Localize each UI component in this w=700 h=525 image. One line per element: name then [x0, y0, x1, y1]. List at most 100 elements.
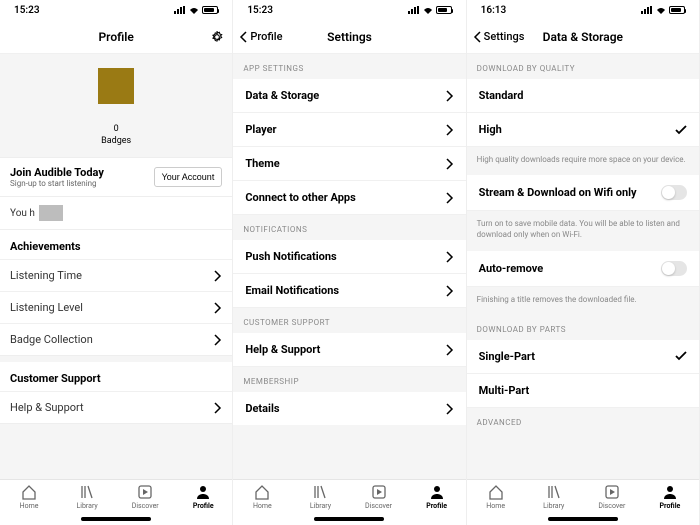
row-details[interactable]: Details: [233, 392, 465, 425]
group-header-parts: DOWNLOAD BY PARTS: [467, 315, 699, 340]
row-label: Auto-remove: [479, 262, 544, 275]
row-help-support[interactable]: Help & Support: [0, 391, 232, 424]
chevron-right-icon: [446, 285, 454, 297]
chevron-right-icon: [446, 192, 454, 204]
group-header-app-settings: APP SETTINGS: [233, 54, 465, 79]
group-header-membership: MEMBERSHIP: [233, 367, 465, 392]
tab-profile[interactable]: Profile: [408, 484, 466, 510]
check-icon: [675, 351, 687, 361]
row-email-notifications[interactable]: Email Notifications: [233, 274, 465, 308]
library-icon: [546, 484, 562, 500]
tab-library[interactable]: Library: [58, 484, 116, 510]
row-quality-standard[interactable]: Standard: [467, 79, 699, 113]
row-label: Help & Support: [245, 343, 320, 356]
status-bar: 15:23: [233, 0, 465, 20]
status-time: 16:13: [481, 5, 507, 16]
profile-icon: [195, 484, 211, 500]
your-account-button[interactable]: Your Account: [154, 167, 223, 187]
tab-label: Home: [253, 502, 272, 510]
discover-icon: [604, 484, 620, 500]
row-listening-time[interactable]: Listening Time: [0, 259, 232, 291]
tab-library[interactable]: Library: [291, 484, 349, 510]
wifi-icon: [656, 6, 666, 14]
autoremove-toggle[interactable]: [661, 261, 687, 276]
row-theme[interactable]: Theme: [233, 147, 465, 181]
tab-label: Discover: [365, 502, 392, 510]
join-subtitle: Sign-up to start listening: [10, 179, 104, 188]
row-push-notifications[interactable]: Push Notifications: [233, 240, 465, 274]
settings-gear-button[interactable]: [210, 30, 224, 44]
avatar[interactable]: [98, 68, 134, 104]
row-wifi-only[interactable]: Stream & Download on Wifi only: [467, 175, 699, 211]
row-label: Standard: [479, 89, 524, 102]
chevron-right-icon: [446, 90, 454, 102]
row-label: Badge Collection: [10, 333, 93, 346]
nav-header: Settings Data & Storage: [467, 20, 699, 54]
tab-label: Home: [20, 502, 39, 510]
tab-library[interactable]: Library: [525, 484, 583, 510]
discover-icon: [371, 484, 387, 500]
group-header-notifications: NOTIFICATIONS: [233, 215, 465, 240]
row-label: Details: [245, 402, 279, 415]
tab-discover[interactable]: Discover: [349, 484, 407, 510]
row-quality-high[interactable]: High: [467, 113, 699, 147]
autoremove-hint: Finishing a title removes the downloaded…: [467, 287, 699, 315]
row-label: Theme: [245, 157, 279, 170]
row-label: Data & Storage: [245, 89, 319, 102]
discover-icon: [137, 484, 153, 500]
chevron-right-icon: [214, 334, 222, 346]
tab-label: Profile: [193, 502, 214, 510]
tab-bar: Home Library Discover Profile: [233, 479, 465, 525]
row-single-part[interactable]: Single-Part: [467, 340, 699, 374]
row-connect-apps[interactable]: Connect to other Apps: [233, 181, 465, 215]
row-badge-collection[interactable]: Badge Collection: [0, 323, 232, 356]
tab-label: Discover: [598, 502, 625, 510]
back-button[interactable]: Profile: [239, 30, 282, 43]
row-label: Help & Support: [10, 401, 84, 414]
signal-icon: [174, 6, 186, 14]
library-icon: [312, 484, 328, 500]
you-have-row: You h: [0, 197, 232, 230]
row-help-support[interactable]: Help & Support: [233, 333, 465, 367]
join-title: Join Audible Today: [10, 166, 104, 179]
wifi-hint: Turn on to save mobile data. You will be…: [467, 211, 699, 250]
tab-profile[interactable]: Profile: [174, 484, 232, 510]
check-icon: [675, 125, 687, 135]
tab-label: Library: [77, 502, 98, 510]
chevron-right-icon: [214, 270, 222, 282]
profile-top: 0 Badges: [0, 54, 232, 157]
tab-home[interactable]: Home: [467, 484, 525, 510]
row-data-storage[interactable]: Data & Storage: [233, 79, 465, 113]
chevron-right-icon: [446, 158, 454, 170]
back-button[interactable]: Settings: [473, 30, 525, 43]
status-icons: [408, 6, 452, 14]
data-storage-screen: 16:13 Settings Data & Storage DOWNLOAD B…: [467, 0, 700, 525]
row-player[interactable]: Player: [233, 113, 465, 147]
tab-discover[interactable]: Discover: [116, 484, 174, 510]
join-row: Join Audible Today Sign-up to start list…: [0, 157, 232, 197]
row-label: Stream & Download on Wifi only: [479, 186, 637, 199]
gear-icon: [210, 30, 224, 44]
row-label: Push Notifications: [245, 250, 336, 263]
tab-label: Profile: [426, 502, 447, 510]
profile-icon: [662, 484, 678, 500]
battery-icon: [202, 6, 218, 14]
tab-home[interactable]: Home: [0, 484, 58, 510]
tab-profile[interactable]: Profile: [641, 484, 699, 510]
settings-content: APP SETTINGS Data & Storage Player Theme…: [233, 54, 465, 479]
row-listening-level[interactable]: Listening Level: [0, 291, 232, 323]
home-icon: [488, 484, 504, 500]
tab-home[interactable]: Home: [233, 484, 291, 510]
profile-content: 0 Badges Join Audible Today Sign-up to s…: [0, 54, 232, 479]
row-auto-remove[interactable]: Auto-remove: [467, 251, 699, 287]
wifi-icon: [423, 6, 433, 14]
badge-count: 0 Badges: [0, 124, 232, 147]
settings-screen: 15:23 Profile Settings APP SETTINGS Data…: [233, 0, 466, 525]
wifi-toggle[interactable]: [661, 185, 687, 200]
row-multi-part[interactable]: Multi-Part: [467, 374, 699, 408]
home-icon: [254, 484, 270, 500]
chevron-right-icon: [214, 402, 222, 414]
tab-discover[interactable]: Discover: [583, 484, 641, 510]
chevron-right-icon: [446, 344, 454, 356]
tab-bar: Home Library Discover Profile: [467, 479, 699, 525]
